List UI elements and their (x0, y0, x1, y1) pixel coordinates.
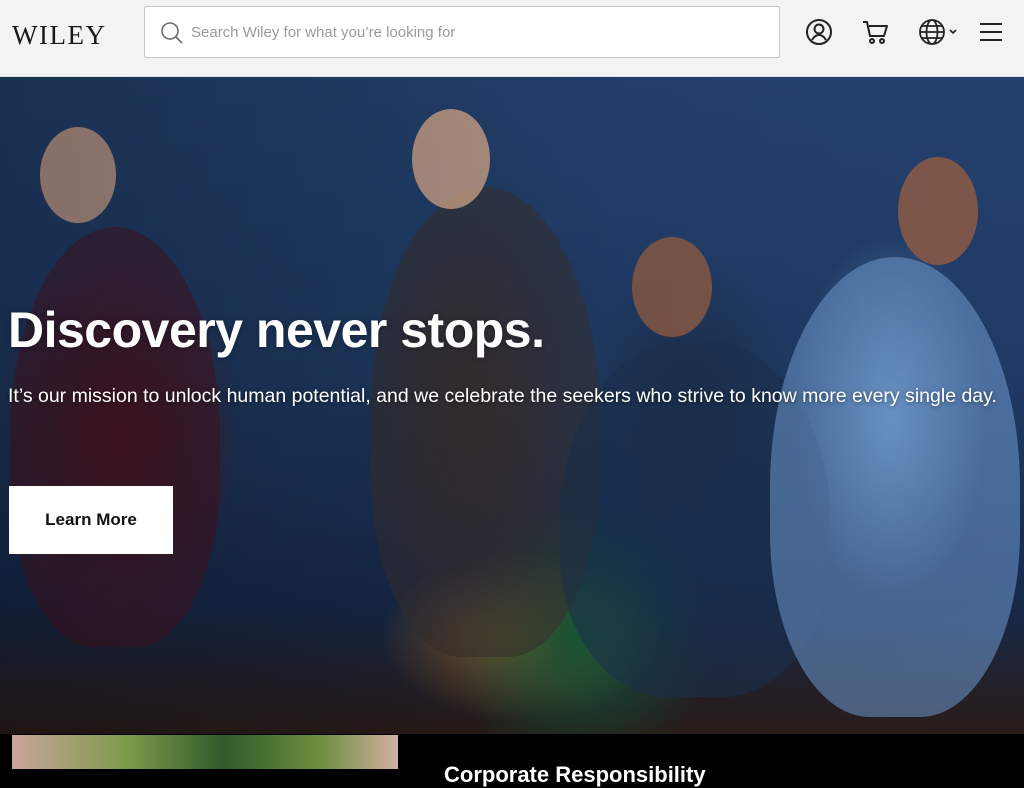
hero-banner: Discovery never stops. It’s our mission … (0, 77, 1024, 734)
account-icon[interactable] (805, 18, 833, 46)
corporate-responsibility-image (12, 735, 398, 769)
learn-more-button[interactable]: Learn More (9, 486, 173, 554)
site-header: Wiley (0, 0, 1024, 77)
hero-description: It’s our mission to unlock human potenti… (8, 385, 997, 407)
next-section-preview: Corporate Responsibility (0, 734, 1024, 787)
globe-icon[interactable] (918, 18, 960, 46)
search-icon[interactable] (160, 21, 184, 45)
search-bar[interactable] (144, 6, 780, 58)
wiley-logo[interactable]: Wiley (12, 20, 106, 51)
corporate-responsibility-title[interactable]: Corporate Responsibility (444, 762, 706, 788)
search-input[interactable] (191, 7, 771, 57)
cart-icon[interactable] (861, 18, 889, 46)
hero-title: Discovery never stops. (8, 302, 545, 358)
menu-icon[interactable] (977, 18, 1005, 46)
